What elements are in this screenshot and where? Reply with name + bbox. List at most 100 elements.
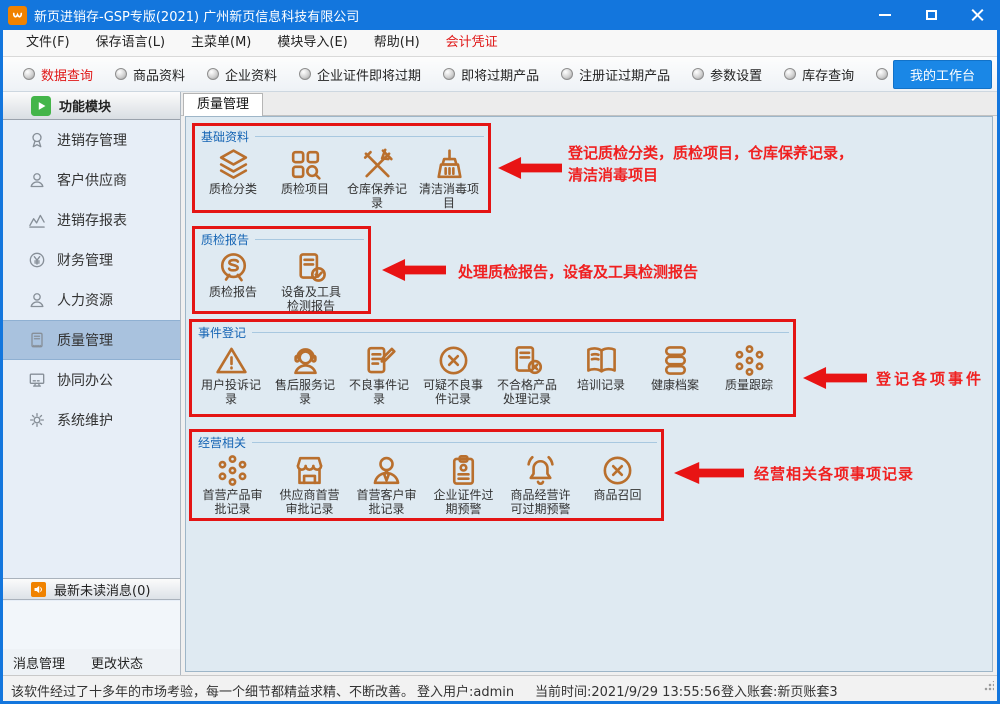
item-suspected-adverse-event-record[interactable]: 可疑不良事件记录 [416,342,490,407]
sidebar-item-customers-suppliers[interactable]: 客户供应商 [3,160,180,200]
sidebar-item-inventory-reports[interactable]: 进销存报表 [3,200,180,240]
toolbar-parameter-settings[interactable]: 参数设置 [682,65,772,84]
title-bar: 新页进销存-GSP专版(2021) 广州新页信息科技有限公司 [0,0,1000,30]
item-nonconforming-product-handling-record[interactable]: 不合格产品处理记录 [490,342,564,407]
bell-icon [502,452,579,489]
toolbar-label: 即将过期产品 [461,65,539,84]
maximize-icon [926,10,937,20]
sphere-icon [443,68,455,80]
item-label: 商品召回 [587,489,649,503]
item-label: 仓库保养记录 [346,183,408,211]
item-label: 用户投诉记录 [200,379,262,407]
tab-quality-management[interactable]: 质量管理 [183,93,263,116]
close-icon [971,9,984,22]
close-button[interactable] [954,0,1000,30]
toolbar-reg-cert-expired[interactable]: 注册证过期产品 [551,65,680,84]
item-label: 不合格产品处理记录 [496,379,558,407]
item-label: 质量跟踪 [718,379,780,393]
item-adverse-event-record[interactable]: 不良事件记录 [342,342,416,407]
open-book-icon [564,342,638,379]
sidebar-item-quality-management[interactable]: 质量管理 [3,320,180,360]
item-qc-category[interactable]: 质检分类 [197,146,269,197]
sidebar-item-label: 进销存管理 [57,130,127,150]
item-label: 质检报告 [202,286,264,300]
item-training-record[interactable]: 培训记录 [564,342,638,393]
sidebar-item-human-resources[interactable]: 人力资源 [3,280,180,320]
warning-icon [194,342,268,379]
toolbar-label: 企业证件即将过期 [317,65,421,84]
sidebar-item-finance[interactable]: 财务管理 [3,240,180,280]
unread-messages-bar[interactable]: 最新未读消息(0) [3,578,180,600]
toolbar-cert-expiring[interactable]: 企业证件即将过期 [289,65,431,84]
report-seal-icon [197,249,269,286]
gear-icon [27,410,47,430]
item-user-complaint-record[interactable]: 用户投诉记录 [194,342,268,407]
item-quality-tracking[interactable]: 质量跟踪 [712,342,786,393]
status-login-user: 登入用户:admin [417,681,514,700]
item-company-cert-expiry-warning[interactable]: 企业证件过期预警 [425,452,502,517]
x-circle-icon [579,452,656,489]
menu-help[interactable]: 帮助(H) [361,30,433,56]
item-business-license-expiry-warning[interactable]: 商品经营许可过期预警 [502,452,579,517]
section-title: 质检报告 [195,229,368,248]
section-business-related: 经营相关 首营产品审批记录 供应商首营审批记录 首营客户审批记录 企业证件过期预… [189,429,664,521]
toolbar-product-info[interactable]: 商品资料 [105,65,195,84]
sidebar-item-collaborative-office[interactable]: 协同办公 [3,360,180,400]
item-warehouse-maintenance-record[interactable]: 仓库保养记录 [341,146,413,211]
sidebar-item-label: 客户供应商 [57,170,127,190]
sphere-icon [876,68,888,80]
tools-icon [341,146,413,183]
maximize-button[interactable] [908,0,954,30]
sphere-icon [23,68,35,80]
doc-check-icon [269,249,353,286]
person-icon [27,290,47,310]
item-health-records[interactable]: 健康档案 [638,342,712,393]
item-qc-project[interactable]: 质检项目 [269,146,341,197]
menu-main-menu[interactable]: 主菜单(M) [178,30,264,56]
award-icon [27,130,47,150]
item-label: 售后服务记录 [274,379,336,407]
item-label: 供应商首营审批记录 [279,489,341,517]
coin-icon [27,250,47,270]
molecule-icon [194,452,271,489]
item-first-supplier-approval-record[interactable]: 供应商首营审批记录 [271,452,348,517]
item-equipment-tool-test-report[interactable]: 设备及工具检测报告 [269,249,353,314]
change-status-link[interactable]: 更改状态 [91,653,143,672]
minimize-button[interactable] [862,0,908,30]
resize-grip[interactable] [984,681,994,691]
menu-save-language[interactable]: 保存语言(L) [83,30,178,56]
toolbar-company-info[interactable]: 企业资料 [197,65,287,84]
sphere-icon [692,68,704,80]
item-label: 质检分类 [202,183,264,197]
sidebar-item-label: 协同办公 [57,370,113,390]
menu-module-import[interactable]: 模块导入(E) [264,30,360,56]
doc-edit-icon [342,342,416,379]
section-title: 经营相关 [192,432,661,451]
sidebar-item-purchase-sale-inventory[interactable]: 进销存管理 [3,120,180,160]
menu-accounting-voucher[interactable]: 会计凭证 [433,30,511,56]
item-label: 设备及工具检测报告 [280,286,342,314]
item-label: 健康档案 [644,379,706,393]
item-first-product-approval-record[interactable]: 首营产品审批记录 [194,452,271,517]
item-first-customer-approval-record[interactable]: 首营客户审批记录 [348,452,425,517]
item-qc-report[interactable]: 质检报告 [197,249,269,300]
toolbar-label: 商品资料 [133,65,185,84]
quality-panel: 基础资料 质检分类 质检项目 仓库保养记录 清洁消毒项目 登记质检分类，质检项目… [185,116,993,672]
section-event-registration: 事件登记 用户投诉记录 售后服务记录 不良事件记录 可疑不良事件记录 不合格产品… [189,319,796,417]
message-management-link[interactable]: 消息管理 [13,653,65,672]
toolbar-products-expiring[interactable]: 即将过期产品 [433,65,549,84]
item-after-sales-service-record[interactable]: 售后服务记录 [268,342,342,407]
toolbar-inventory-query[interactable]: 库存查询 [774,65,864,84]
sidebar-item-system-maintenance[interactable]: 系统维护 [3,400,180,440]
item-cleaning-disinfection-project[interactable]: 清洁消毒项目 [413,146,485,211]
toolbar-data-query[interactable]: 数据查询 [13,65,103,84]
my-workbench-button[interactable]: 我的工作台 [893,60,992,89]
annotation-event-registration: 登记各项事件 [876,369,984,391]
speaker-icon [31,582,46,597]
window-title: 新页进销存-GSP专版(2021) 广州新页信息科技有限公司 [34,6,359,25]
item-label: 清洁消毒项目 [418,183,480,211]
sidebar-item-label: 人力资源 [57,290,113,310]
status-slogan: 该软件经过了十多年的市场考验，每一个细节都精益求精、不断改善。 [11,681,414,700]
item-product-recall[interactable]: 商品召回 [579,452,656,503]
menu-file[interactable]: 文件(F) [13,30,83,56]
